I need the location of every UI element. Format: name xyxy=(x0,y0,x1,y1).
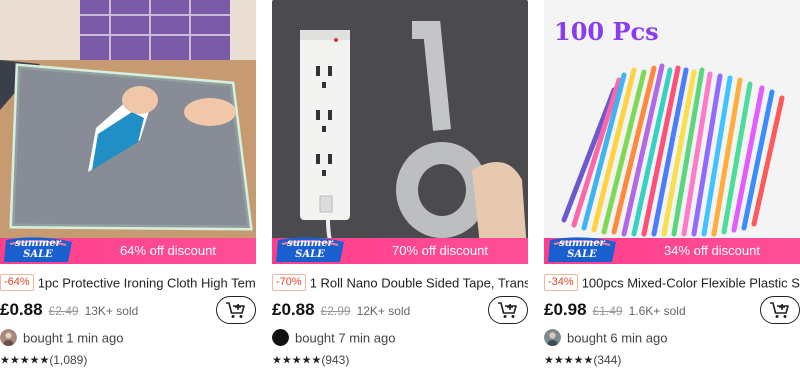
product-card[interactable]: summer SALE 64% off discount -64% 1pc Prot… xyxy=(0,0,256,373)
add-to-cart-button[interactable] xyxy=(760,296,800,324)
discount-tag: -34% xyxy=(544,274,578,292)
old-price: £1.49 xyxy=(592,304,623,318)
product-title[interactable]: 1 Roll Nano Double Sided Tape, Transpare… xyxy=(310,275,528,290)
title-row[interactable]: -70% 1 Roll Nano Double Sided Tape, Trans… xyxy=(272,274,528,294)
product-image-ironing-cloth[interactable] xyxy=(0,0,256,264)
promo-banner: summer SALE 34% off discount xyxy=(544,236,800,264)
title-row[interactable]: -34% 100pcs Mixed-Color Flexible Plastic … xyxy=(544,274,800,294)
badge-text: summer SALE xyxy=(559,238,605,260)
summer-sale-badge: summer SALE xyxy=(546,236,618,264)
review-count: (1,089) xyxy=(49,352,88,367)
product-image-nano-tape[interactable] xyxy=(272,0,528,264)
avatar xyxy=(0,329,17,347)
badge-text: summer SALE xyxy=(287,238,333,260)
sold-count: 13K+ sold xyxy=(84,304,139,318)
price-row: £0.88 £2.49 13K+ sold xyxy=(0,300,210,322)
recent-buyer: bought 1 min ago xyxy=(0,329,256,347)
price: £0.98 xyxy=(544,300,587,319)
discount-text: 34% off discount xyxy=(664,243,760,258)
cart-icon xyxy=(226,302,245,318)
discount-tag: -70% xyxy=(272,274,306,292)
price-row: £0.98 £1.49 1.6K+ sold xyxy=(544,300,754,322)
discount-text: 64% off discount xyxy=(120,243,216,258)
product-title[interactable]: 100pcs Mixed-Color Flexible Plastic Stra… xyxy=(582,275,800,290)
product-card[interactable]: 100 Pcs summer SALE 34% off discount -34%… xyxy=(544,0,800,373)
sold-count: 12K+ sold xyxy=(356,304,411,318)
discount-text: 70% off discount xyxy=(392,243,488,258)
sold-count: 1.6K+ sold xyxy=(628,304,686,318)
avatar xyxy=(544,329,561,347)
rating: ★★★★★(1,089) xyxy=(0,351,256,369)
image-overlay-label: 100 Pcs xyxy=(554,17,659,46)
star-rating-icon: ★★★★★ xyxy=(544,354,594,367)
product-card[interactable]: summer SALE 70% off discount -70% 1 Roll N… xyxy=(272,0,528,373)
product-image-straws[interactable]: 100 Pcs xyxy=(544,0,800,264)
promo-banner: summer SALE 70% off discount xyxy=(272,236,528,264)
cart-icon xyxy=(498,302,517,318)
price: £0.88 xyxy=(0,300,43,319)
old-price: £2.49 xyxy=(48,304,79,318)
rating: ★★★★★(943) xyxy=(272,351,528,369)
old-price: £2.99 xyxy=(320,304,351,318)
title-row[interactable]: -64% 1pc Protective Ironing Cloth High Te… xyxy=(0,274,256,294)
price-row: £0.88 £2.99 12K+ sold xyxy=(272,300,482,322)
add-to-cart-button[interactable] xyxy=(216,296,256,324)
star-rating-icon: ★★★★★ xyxy=(0,354,50,367)
discount-tag: -64% xyxy=(0,274,34,292)
product-title[interactable]: 1pc Protective Ironing Cloth High Temper… xyxy=(38,275,256,290)
price: £0.88 xyxy=(272,300,315,319)
badge-text: summer SALE xyxy=(15,238,61,260)
summer-sale-badge: summer SALE xyxy=(274,236,346,264)
review-count: (943) xyxy=(321,352,350,367)
bought-time: bought 7 min ago xyxy=(295,330,396,346)
cart-icon xyxy=(770,302,789,318)
recent-buyer: bought 7 min ago xyxy=(272,329,528,347)
recent-buyer: bought 6 min ago xyxy=(544,329,800,347)
avatar xyxy=(272,329,289,347)
promo-banner: summer SALE 64% off discount xyxy=(0,236,256,264)
bought-time: bought 1 min ago xyxy=(23,330,124,346)
review-count: (344) xyxy=(593,352,622,367)
bought-time: bought 6 min ago xyxy=(567,330,668,346)
rating: ★★★★★(344) xyxy=(544,351,800,369)
summer-sale-badge: summer SALE xyxy=(2,236,74,264)
add-to-cart-button[interactable] xyxy=(488,296,528,324)
star-rating-icon: ★★★★★ xyxy=(272,354,322,367)
